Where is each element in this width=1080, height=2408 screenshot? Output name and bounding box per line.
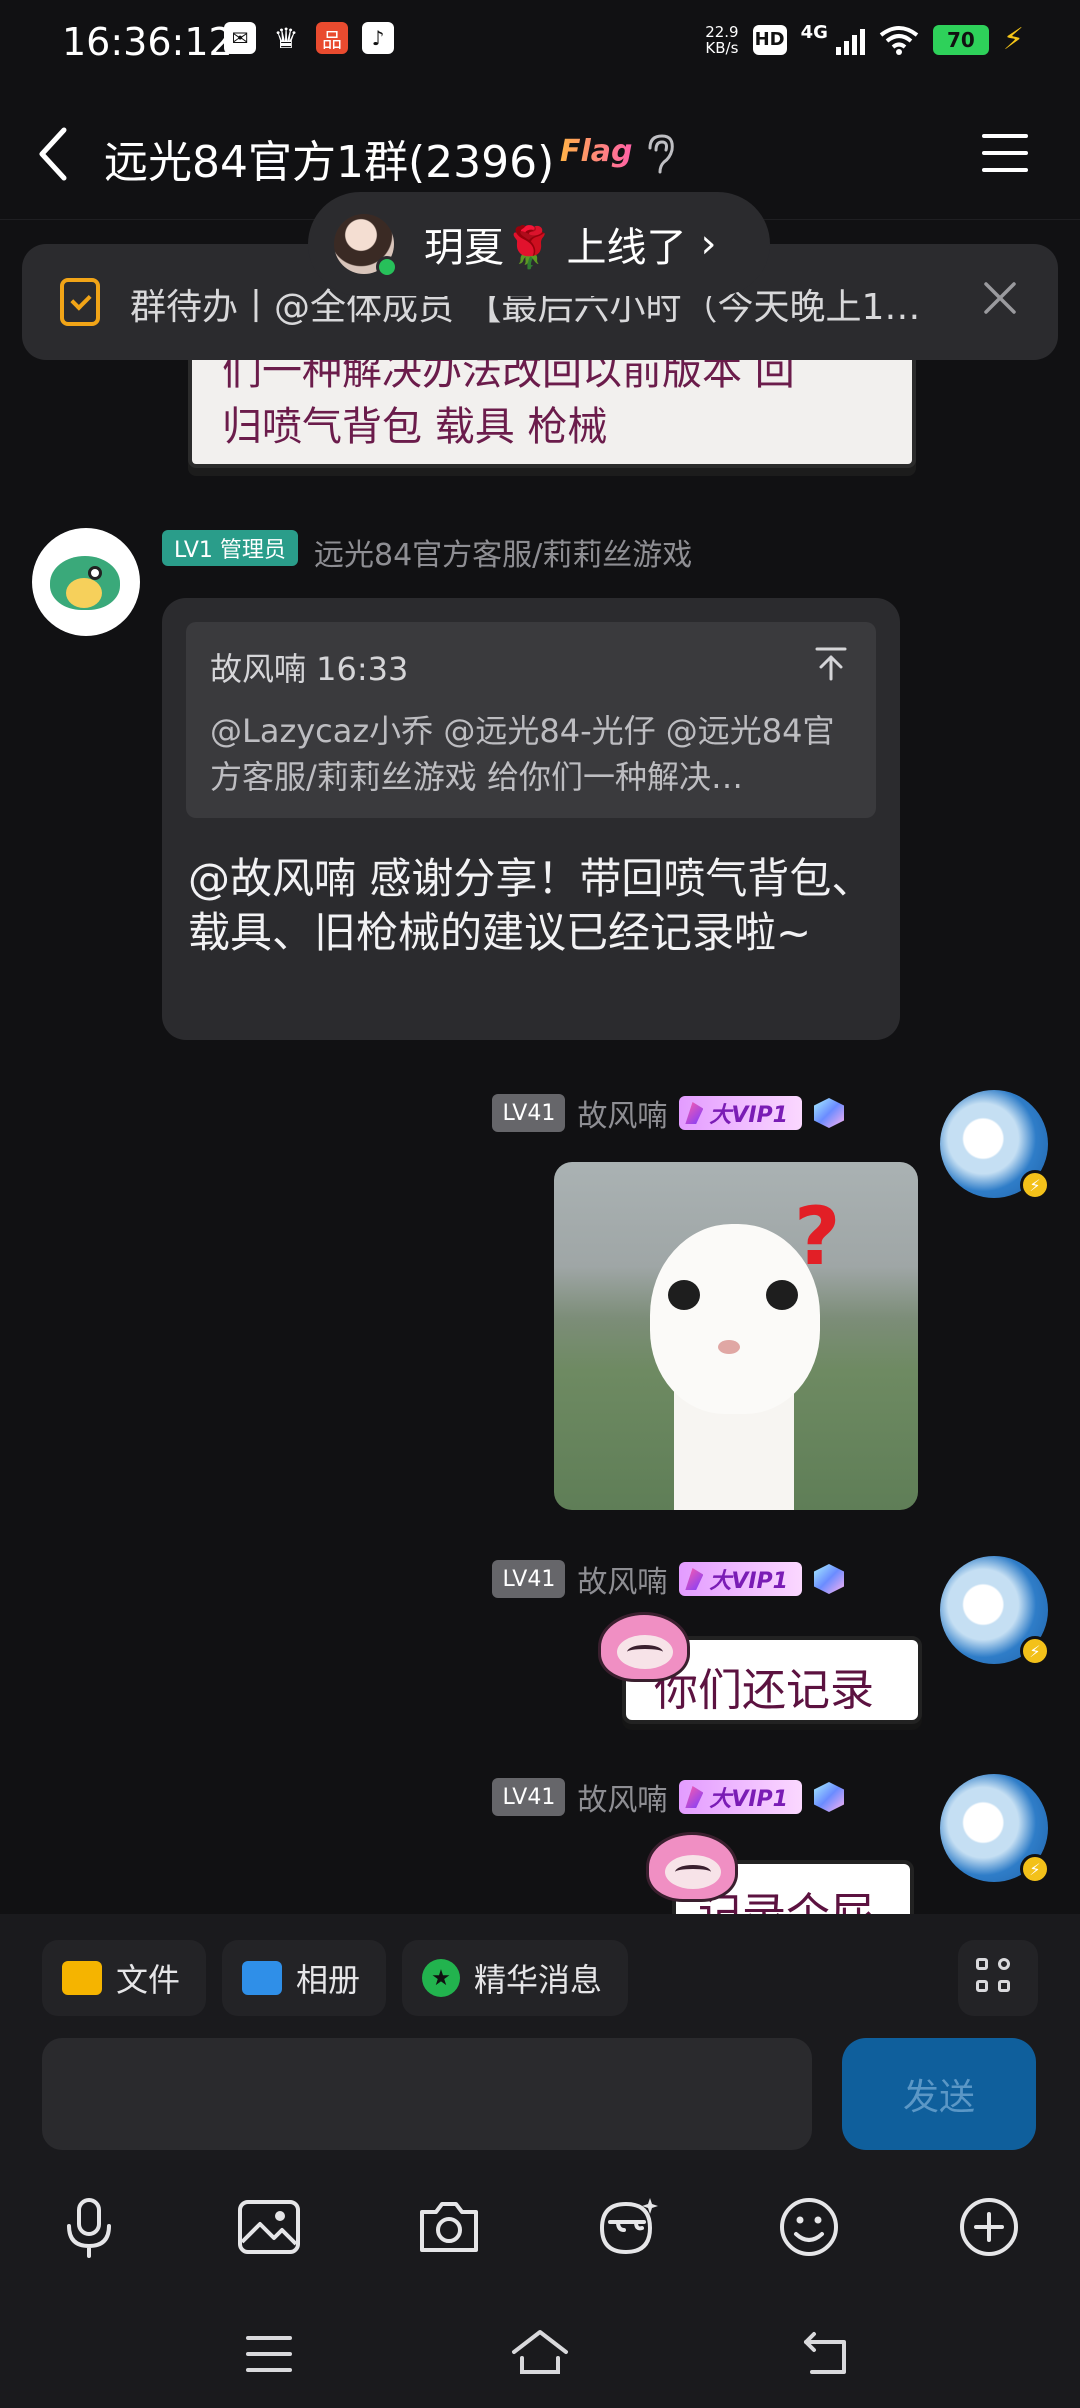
close-icon[interactable] — [982, 280, 1018, 316]
back-icon[interactable] — [800, 2328, 850, 2378]
quoted-message[interactable]: 故风喃 16:33 @Lazycaz小乔 @远光84-光仔 @远光84官方客服/… — [186, 622, 876, 818]
charging-icon: ⚡ — [1002, 22, 1024, 57]
send-button[interactable]: 发送 — [842, 2038, 1036, 2150]
status-app-icons: ✉ ♛ 品 ♪ — [224, 21, 394, 55]
vip-badge: 大VIP1 — [679, 1780, 802, 1814]
grid-cell-icon — [998, 1980, 1010, 1992]
sender-name[interactable]: 远光84官方客服/莉莉丝游戏 — [314, 530, 692, 574]
chip-label: 精华消息 — [474, 1961, 603, 1999]
quote-body: @Lazycaz小乔 @远光84-光仔 @远光84官方客服/莉莉丝游戏 给你们一… — [210, 712, 835, 796]
star-badge-icon: ★ — [422, 1959, 461, 1997]
network-type: 4G — [800, 22, 828, 43]
system-nav-bar — [0, 2310, 1080, 2408]
quick-action-chips: 文件 相册 ★ 精华消息 — [42, 1940, 629, 2016]
image-icon[interactable] — [234, 2192, 304, 2262]
level-admin-badge: LV1 管理员 — [162, 530, 298, 566]
jump-to-top-icon[interactable] — [814, 646, 848, 682]
my-avatar[interactable]: ⚡ — [940, 1774, 1050, 1884]
toolbar — [0, 2174, 1080, 2284]
emoji-icon[interactable] — [774, 2192, 844, 2262]
tiktok-icon: ♪ — [362, 22, 394, 54]
hamburger-menu-icon[interactable] — [980, 132, 1030, 174]
apps-grid-button[interactable] — [958, 1940, 1038, 2016]
composer-area: 文件 相册 ★ 精华消息 发送 — [0, 1914, 1080, 2408]
signal-icon — [835, 25, 865, 55]
status-indicators: 22.9 KB/s HD 4G 70 ⚡ — [705, 22, 1024, 57]
app-notification-icon: ✉ — [224, 22, 256, 54]
pink-girl-sticker-icon — [598, 1612, 690, 1682]
group-title[interactable]: 远光84官方1群(2396) — [104, 126, 554, 190]
ear-mode-icon[interactable] — [642, 132, 678, 176]
mic-icon[interactable] — [54, 2192, 124, 2262]
mascot-eye — [88, 566, 102, 580]
grid-cell-icon — [998, 1958, 1010, 1970]
pink-girl-sticker-icon — [646, 1832, 738, 1902]
sender-name[interactable]: 故风喃 — [577, 1775, 667, 1819]
sender-avatar[interactable] — [32, 528, 140, 636]
my-avatar[interactable]: ⚡ — [940, 1090, 1050, 1200]
cat-meme-image[interactable]: ? — [554, 1162, 918, 1510]
gem-icon — [814, 1782, 844, 1812]
vip-badge: 大VIP1 — [679, 1096, 802, 1130]
menu-icon[interactable] — [244, 2332, 294, 2376]
online-notification-toast[interactable]: 玥夏🌹 上线了 › — [308, 192, 770, 296]
chip-label: 文件 — [116, 1961, 181, 1999]
gem-icon — [814, 1564, 844, 1594]
camera-icon[interactable] — [414, 2192, 484, 2262]
folder-icon — [62, 1961, 102, 1995]
level-badge: LV41 — [492, 1560, 566, 1598]
cat-eye-right — [766, 1280, 798, 1310]
vip-badge: 大VIP1 — [679, 1562, 802, 1596]
message-meta: LV41 故风喃 大VIP1 — [492, 1776, 844, 1818]
sender-name[interactable]: 故风喃 — [577, 1091, 667, 1135]
home-icon[interactable] — [510, 2328, 570, 2378]
cat-nose — [718, 1340, 740, 1354]
lightning-badge-icon: ⚡ — [1020, 1854, 1050, 1884]
hd-icon: HD — [752, 24, 787, 55]
grid-cell-icon — [976, 1958, 988, 1970]
avatar — [334, 214, 398, 278]
shop-app-icon: 品 — [316, 22, 348, 54]
level-badge: LV41 — [492, 1094, 566, 1132]
message-text: @故风喃 感谢分享！带回喷气背包、载具、旧枪械的建议已经记录啦~ — [188, 854, 874, 957]
sticker-face-icon[interactable] — [592, 2192, 662, 2262]
sticker-line-2: 归喷气背包 载具 枪械 — [222, 404, 608, 450]
gem-icon — [814, 1098, 844, 1128]
todo-clipboard-icon — [60, 278, 100, 326]
incoming-message-bubble[interactable]: 故风喃 16:33 @Lazycaz小乔 @远光84-光仔 @远光84官方客服/… — [162, 598, 900, 1040]
net-speed-value: 22.9 — [705, 22, 739, 41]
status-time: 16:36:12 — [62, 20, 233, 64]
level-badge: LV41 — [492, 1778, 566, 1816]
chip-album[interactable]: 相册 — [222, 1940, 387, 2016]
wifi-icon — [879, 25, 919, 55]
question-mark-icon: ? — [794, 1190, 841, 1283]
crown-icon: ♛ — [273, 21, 299, 55]
toast-text: 玥夏🌹 上线了 — [424, 225, 687, 271]
plus-circle-icon[interactable] — [954, 2192, 1024, 2262]
photo-icon — [242, 1961, 283, 1995]
battery-indicator: 70 — [932, 24, 989, 55]
mascot-belly — [66, 578, 102, 608]
back-arrow-icon[interactable] — [34, 124, 84, 184]
lightning-badge-icon: ⚡ — [1020, 1170, 1050, 1200]
my-avatar[interactable]: ⚡ — [940, 1556, 1050, 1666]
status-bar: 16:36:12 ✉ ♛ 品 ♪ 22.9 KB/s HD 4G 70 ⚡ — [0, 0, 1080, 88]
message-input[interactable] — [42, 2038, 812, 2150]
net-speed-unit: KB/s — [705, 38, 739, 57]
chip-essence[interactable]: ★ 精华消息 — [402, 1940, 629, 2016]
message-meta: LV41 故风喃 大VIP1 — [492, 1558, 844, 1600]
cat-eye-left — [668, 1280, 700, 1310]
chevron-right-icon: › — [700, 221, 717, 267]
grid-cell-icon — [976, 1980, 988, 1992]
chip-label: 相册 — [296, 1961, 361, 1999]
lightning-badge-icon: ⚡ — [1020, 1636, 1050, 1666]
quote-header: 故风喃 16:33 — [210, 650, 409, 688]
online-dot-icon — [376, 256, 398, 278]
message-meta: LV41 故风喃 大VIP1 — [492, 1092, 844, 1134]
sender-name[interactable]: 故风喃 — [577, 1557, 667, 1601]
flag-badge[interactable]: Flag — [560, 134, 633, 169]
net-speed: 22.9 KB/s — [705, 24, 738, 56]
chip-files[interactable]: 文件 — [42, 1940, 207, 2016]
